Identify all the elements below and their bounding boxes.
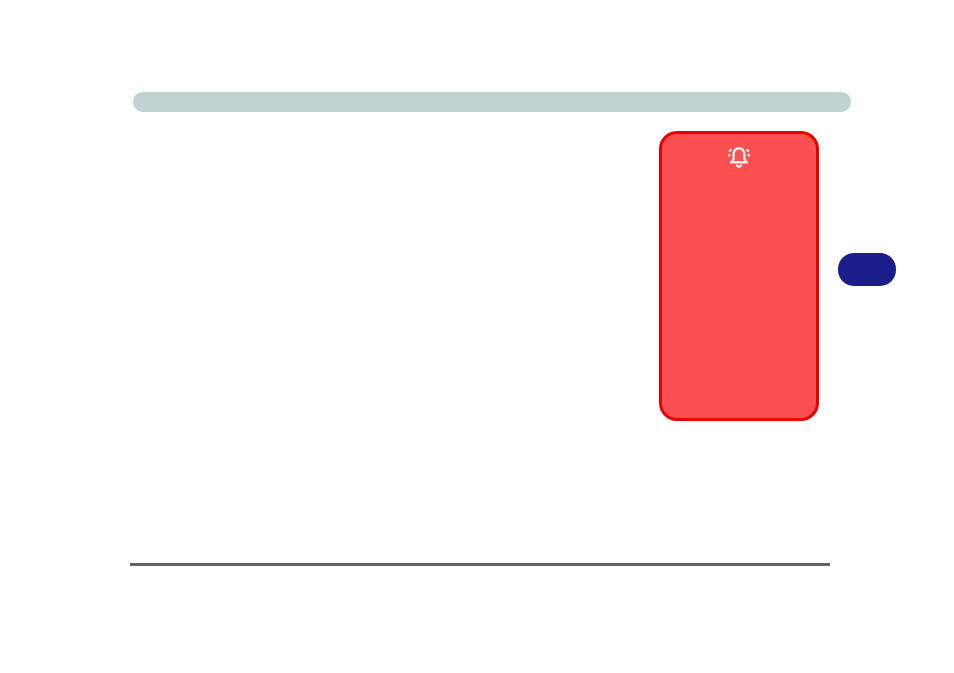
- divider-line: [130, 563, 830, 566]
- top-bar: [133, 92, 851, 112]
- bell-alert-icon: [725, 144, 753, 172]
- alert-panel[interactable]: [659, 131, 819, 421]
- side-pill-button[interactable]: [838, 253, 896, 286]
